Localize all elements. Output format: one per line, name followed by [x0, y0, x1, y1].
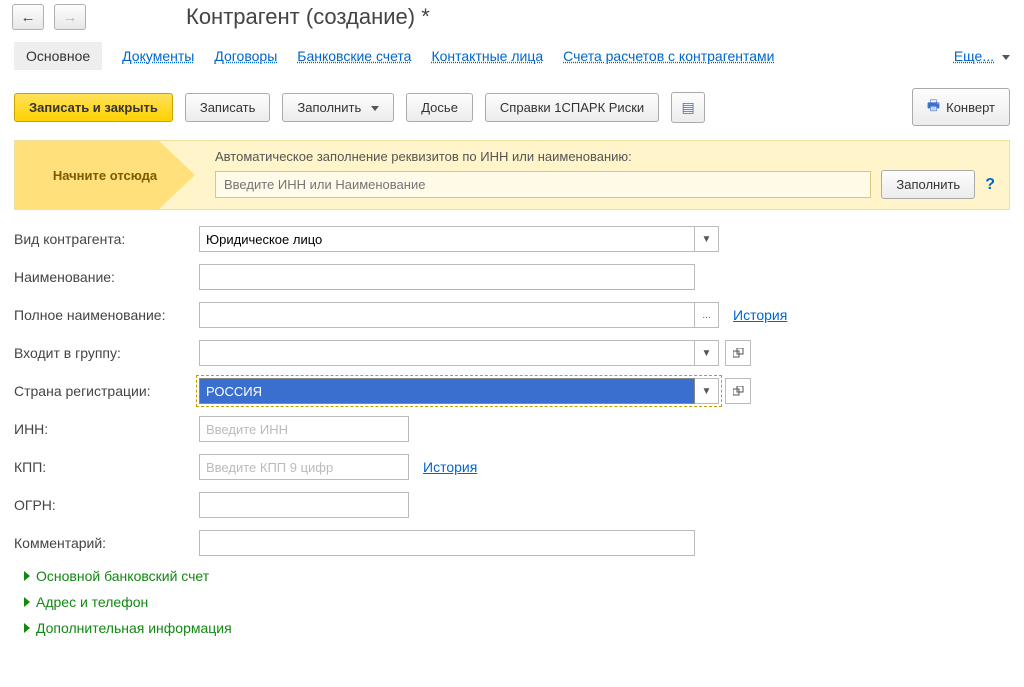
page-title: Контрагент (создание) * — [186, 4, 430, 30]
tab-documents[interactable]: Документы — [122, 48, 194, 64]
chevron-right-icon — [24, 597, 30, 607]
section-bank[interactable]: Основной банковский счет — [24, 568, 1010, 584]
start-arrow: Начните отсюда — [15, 141, 195, 209]
group-dropdown-button[interactable]: ▼ — [695, 340, 719, 366]
tab-contacts[interactable]: Контактные лица — [431, 48, 543, 64]
country-dropdown-button[interactable]: ▼ — [695, 378, 719, 404]
save-close-button[interactable]: Записать и закрыть — [14, 93, 173, 122]
section-address-label: Адрес и телефон — [36, 594, 148, 610]
fill-button-label: Заполнить — [297, 100, 361, 115]
tab-main[interactable]: Основное — [14, 42, 102, 70]
banner-label: Автоматическое заполнение реквизитов по … — [215, 149, 995, 164]
group-input[interactable] — [199, 340, 695, 366]
name-input[interactable] — [199, 264, 695, 290]
spark-button[interactable]: Справки 1СПАРК Риски — [485, 93, 659, 122]
section-address[interactable]: Адрес и телефон — [24, 594, 1010, 610]
tab-bank-accounts[interactable]: Банковские счета — [297, 48, 411, 64]
chevron-down-icon — [998, 48, 1010, 64]
country-expand-button[interactable] — [725, 378, 751, 404]
inn-input[interactable] — [199, 416, 409, 442]
expand-icon — [733, 386, 744, 397]
help-icon[interactable]: ? — [985, 176, 995, 194]
comment-input[interactable] — [199, 530, 695, 556]
country-input[interactable] — [199, 378, 695, 404]
fullname-label: Полное наименование: — [14, 307, 199, 323]
country-label: Страна регистрации: — [14, 383, 199, 399]
convert-button[interactable]: 🖶 Конверт — [912, 88, 1010, 126]
fullname-ellipsis-button[interactable]: ... — [695, 302, 719, 328]
save-button[interactable]: Записать — [185, 93, 271, 122]
fill-button[interactable]: Заполнить — [282, 93, 394, 122]
chevron-down-icon — [367, 100, 379, 115]
group-expand-button[interactable] — [725, 340, 751, 366]
ogrn-label: ОГРН: — [14, 497, 199, 513]
group-label: Входит в группу: — [14, 345, 199, 361]
expand-icon — [733, 348, 744, 359]
list-button[interactable]: ▤ — [671, 92, 705, 123]
back-button[interactable]: ← — [12, 4, 44, 30]
history-link[interactable]: История — [733, 307, 787, 323]
fullname-input[interactable] — [199, 302, 695, 328]
type-input[interactable] — [199, 226, 695, 252]
tab-settlement-accounts[interactable]: Счета расчетов с контрагентами — [563, 48, 774, 64]
convert-button-label: Конверт — [946, 100, 995, 115]
comment-label: Комментарий: — [14, 535, 199, 551]
forward-button[interactable]: → — [54, 4, 86, 30]
section-extra-label: Дополнительная информация — [36, 620, 232, 636]
start-banner: Начните отсюда Автоматическое заполнение… — [14, 140, 1010, 210]
tab-more[interactable]: Еще... — [954, 48, 1010, 64]
type-label: Вид контрагента: — [14, 231, 199, 247]
autofill-button[interactable]: Заполнить — [881, 170, 975, 199]
tab-more-label: Еще... — [954, 48, 994, 64]
kpp-history-link[interactable]: История — [423, 459, 477, 475]
inn-label: ИНН: — [14, 421, 199, 437]
chevron-right-icon — [24, 623, 30, 633]
type-dropdown-button[interactable]: ▼ — [695, 226, 719, 252]
print-icon: 🖶 — [927, 95, 940, 119]
ogrn-input[interactable] — [199, 492, 409, 518]
kpp-label: КПП: — [14, 459, 199, 475]
name-label: Наименование: — [14, 269, 199, 285]
section-extra[interactable]: Дополнительная информация — [24, 620, 1010, 636]
tab-contracts[interactable]: Договоры — [214, 48, 277, 64]
kpp-input[interactable] — [199, 454, 409, 480]
dossier-button[interactable]: Досье — [406, 93, 473, 122]
chevron-right-icon — [24, 571, 30, 581]
section-bank-label: Основной банковский счет — [36, 568, 209, 584]
autofill-input[interactable] — [215, 171, 871, 198]
list-icon: ▤ — [682, 99, 695, 116]
